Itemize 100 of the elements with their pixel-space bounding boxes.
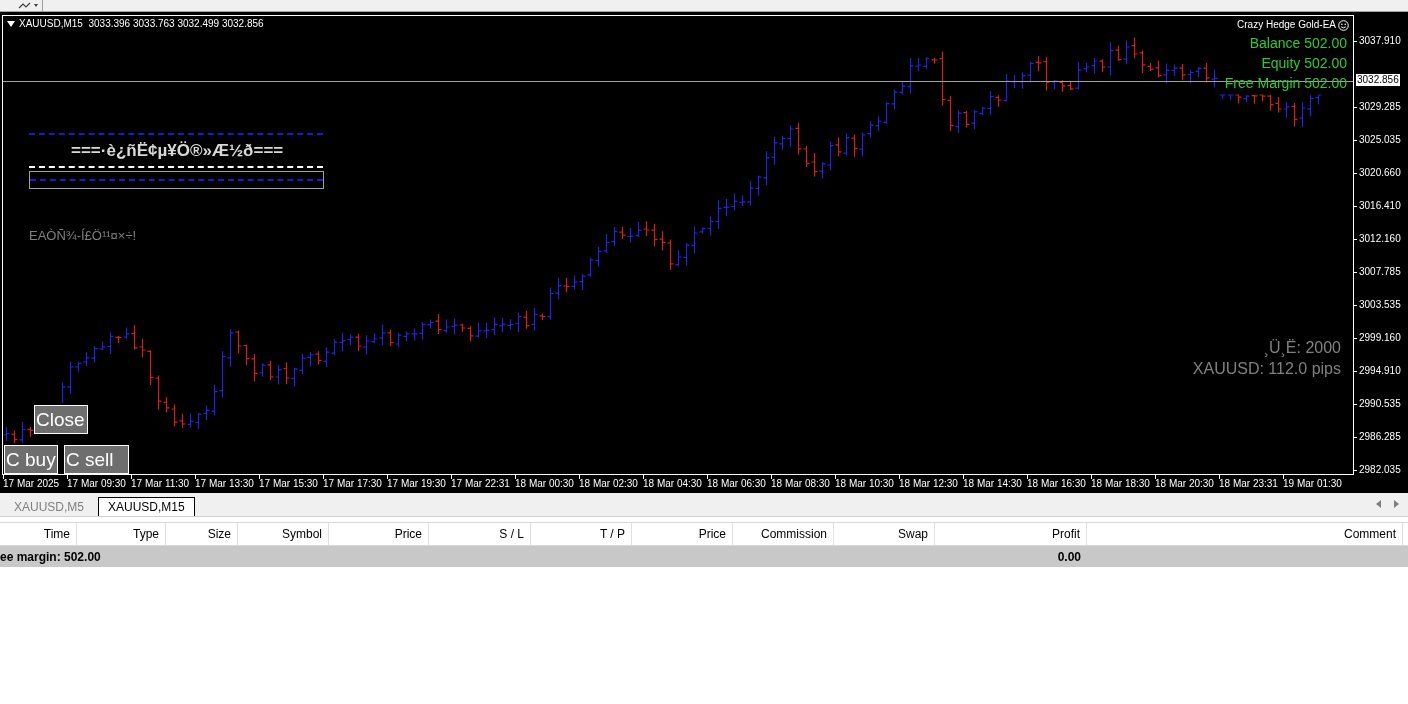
price-label: 3037.910 xyxy=(1359,35,1401,47)
sell-button[interactable]: C sell xyxy=(64,445,129,474)
price-bar xyxy=(498,317,507,333)
price-bar xyxy=(1210,69,1219,89)
price-bar xyxy=(850,134,859,158)
price-bar xyxy=(682,242,691,267)
time-label: 18 Mar 14:30 xyxy=(963,478,1022,490)
price-bar xyxy=(274,364,283,386)
price-label: 3016.410 xyxy=(1359,200,1401,212)
summary-text: ee margin: 502.00 xyxy=(0,548,101,566)
price-bar xyxy=(330,338,339,356)
time-label: 19 Mar 01:30 xyxy=(1283,478,1342,490)
price-bar xyxy=(490,316,499,336)
price-bar xyxy=(298,353,307,375)
column-header: Time xyxy=(43,526,70,543)
price-label: 3020.660 xyxy=(1359,167,1401,179)
column-header: Swap xyxy=(897,526,928,543)
price-bar xyxy=(194,412,203,430)
column-header: Comment xyxy=(1344,526,1396,543)
price-label: 3007.785 xyxy=(1359,266,1401,278)
dropdown-triangle-icon[interactable] xyxy=(7,21,15,27)
price-label: 3029.285 xyxy=(1359,101,1401,113)
price-bar xyxy=(842,132,851,157)
price-bar xyxy=(282,361,291,385)
column-header: Price xyxy=(394,526,422,543)
info-text: XAUUSD: 112.0 pips xyxy=(1192,359,1341,379)
price-bar xyxy=(1130,36,1139,59)
price-bar xyxy=(1298,101,1307,128)
time-label: 18 Mar 06:30 xyxy=(707,478,766,490)
smiley-icon xyxy=(1338,19,1349,31)
time-label: 18 Mar 08:30 xyxy=(771,478,830,490)
price-label: 2990.535 xyxy=(1359,398,1401,410)
close-button[interactable]: Close xyxy=(34,405,88,434)
account-value: Balance 502.00 xyxy=(1249,34,1347,53)
chart-tab[interactable]: XAUUSD,M5 xyxy=(0,497,98,516)
time-label: 18 Mar 00:30 xyxy=(515,478,574,490)
time-label: 18 Mar 12:30 xyxy=(899,478,958,490)
price-bar xyxy=(858,132,867,157)
column-header: Symbol xyxy=(282,526,322,543)
price-bar xyxy=(578,273,587,291)
time-label: 18 Mar 10:30 xyxy=(835,478,894,490)
price-bar xyxy=(266,360,275,381)
price-label: 2982.035 xyxy=(1359,464,1401,476)
price-bar xyxy=(410,327,419,342)
price-bar xyxy=(602,233,611,254)
time-label: 17 Mar 22:31 xyxy=(451,478,510,490)
price-label: 3003.535 xyxy=(1359,299,1401,311)
price-label: 2994.910 xyxy=(1359,365,1401,377)
ea-name: Crazy Hedge Gold-EA xyxy=(1237,19,1336,31)
price-bar xyxy=(482,322,491,339)
price-bar xyxy=(186,412,195,428)
current-price-label: 3032.856 xyxy=(1356,74,1400,86)
info-text: ¸Ü¸Ë: 2000 xyxy=(1263,338,1341,358)
time-label: 18 Mar 02:30 xyxy=(579,478,638,490)
price-bar xyxy=(522,310,531,330)
time-label: 17 Mar 19:30 xyxy=(387,478,446,490)
account-value: Equity 502.00 xyxy=(1261,54,1347,73)
scroll-right-icon[interactable] xyxy=(1394,500,1400,508)
price-bar xyxy=(1058,79,1067,93)
profit-total: 0.00 xyxy=(1057,548,1081,566)
time-label: 17 Mar 15:30 xyxy=(259,478,318,490)
buy-button[interactable]: C buy xyxy=(4,445,58,474)
price-bar xyxy=(314,350,323,366)
column-header: Commission xyxy=(761,526,827,543)
price-bar xyxy=(1186,69,1195,84)
column-header: Size xyxy=(207,526,231,543)
price-bar xyxy=(962,110,971,128)
time-label: 18 Mar 18:30 xyxy=(1091,478,1150,490)
price-bar xyxy=(82,351,91,367)
price-bar xyxy=(386,329,395,347)
column-header: T / P xyxy=(599,526,625,543)
price-bar xyxy=(290,367,299,388)
chart-symbol-info: XAUUSD,M15 3033.396 3033.763 3032.499 3032.856 xyxy=(19,18,264,30)
price-bar xyxy=(1274,96,1283,114)
ea-status-text: EAÒÑ¾-Í£Ö¹¹¤×÷! xyxy=(29,228,137,244)
price-bar xyxy=(1290,102,1299,127)
time-label: 17 Mar 09:30 xyxy=(67,478,126,490)
chart-tool-icon[interactable] xyxy=(18,0,40,11)
price-bar xyxy=(634,221,643,238)
time-label: 17 Mar 11:30 xyxy=(131,478,190,490)
column-header: S / L xyxy=(499,526,524,543)
column-header: Price xyxy=(698,526,726,543)
price-bar xyxy=(1018,71,1027,90)
price-bar xyxy=(594,246,603,268)
price-label: 3012.160 xyxy=(1359,233,1401,245)
column-header: Profit xyxy=(1052,526,1080,543)
price-bar xyxy=(570,275,579,291)
time-label: 18 Mar 16:30 xyxy=(1027,478,1086,490)
price-bar xyxy=(1026,61,1035,84)
price-bar xyxy=(1178,63,1187,81)
price-bar xyxy=(322,346,331,368)
price-label: 2986.285 xyxy=(1359,431,1401,443)
chart-tab[interactable]: XAUUSD,M15 xyxy=(98,497,195,516)
price-bar xyxy=(242,343,251,366)
scroll-left-icon[interactable] xyxy=(1376,500,1382,508)
price-label: 3025.035 xyxy=(1359,134,1401,146)
time-label: 18 Mar 20:30 xyxy=(1155,478,1214,490)
price-bar xyxy=(882,101,891,125)
price-bar xyxy=(474,322,483,338)
time-label: 18 Mar 23:31 xyxy=(1219,478,1278,490)
